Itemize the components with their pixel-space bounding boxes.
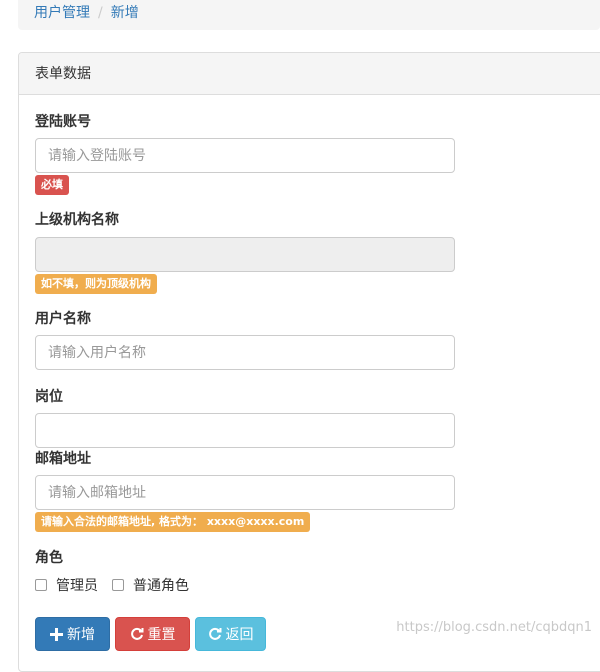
breadcrumb-user-management-link[interactable]: 用户管理	[34, 5, 90, 21]
role-normal-label[interactable]: 普通角色	[133, 575, 189, 595]
parent-org-hint-badge: 如不填，则为顶级机构	[35, 274, 157, 294]
reset-button[interactable]: 重置	[115, 617, 190, 651]
breadcrumb-current: 新增	[110, 5, 139, 21]
refresh-icon	[208, 627, 221, 640]
user-name-label: 用户名称	[35, 311, 91, 327]
email-input[interactable]	[35, 475, 455, 510]
breadcrumb-separator: /	[98, 5, 103, 21]
role-label: 角色	[35, 550, 63, 566]
position-input[interactable]	[35, 413, 455, 448]
email-label: 邮箱地址	[35, 451, 91, 467]
login-account-input[interactable]	[35, 138, 455, 173]
required-badge: 必填	[35, 175, 69, 195]
add-button-label: 新增	[67, 627, 95, 643]
watermark: https://blog.csdn.net/cqbdqn1	[396, 620, 592, 635]
add-button[interactable]: 新增	[35, 617, 110, 651]
breadcrumb: 用户管理 / 新增	[18, 0, 600, 30]
role-admin-label[interactable]: 管理员	[56, 575, 98, 595]
plus-icon	[50, 627, 63, 641]
back-button[interactable]: 返回	[195, 617, 266, 651]
parent-org-input[interactable]	[35, 237, 455, 272]
email-hint-badge: 请输入合法的邮箱地址, 格式为： xxxx@xxxx.com	[35, 512, 311, 532]
user-name-input[interactable]	[35, 335, 455, 370]
role-admin-checkbox[interactable]	[35, 579, 47, 591]
back-button-label: 返回	[225, 627, 254, 643]
role-checkbox-group: 管理员 普通角色	[35, 575, 203, 595]
position-label: 岗位	[35, 389, 63, 405]
role-normal-checkbox[interactable]	[112, 579, 124, 591]
parent-org-label: 上级机构名称	[35, 212, 119, 228]
refresh-icon	[130, 627, 143, 640]
reset-button-label: 重置	[147, 627, 176, 643]
login-account-label: 登陆账号	[35, 114, 91, 130]
panel-title: 表单数据	[19, 53, 600, 95]
